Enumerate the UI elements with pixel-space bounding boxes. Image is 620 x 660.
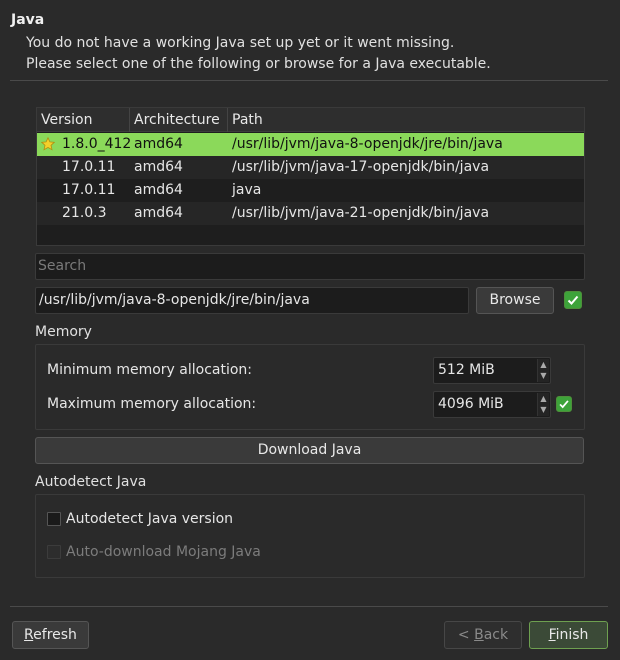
- browse-button[interactable]: Browse: [476, 287, 554, 314]
- back-prefix: <: [457, 627, 475, 643]
- version-cell: 17.0.11: [62, 159, 116, 175]
- path-cell: /usr/lib/jvm/java-21-openjdk/bin/java: [232, 205, 490, 221]
- column-header-version[interactable]: Version: [37, 108, 130, 132]
- auto-download-checkbox: [47, 545, 61, 559]
- version-cell: 1.8.0_412: [62, 136, 132, 152]
- checkmark-icon: [567, 295, 579, 305]
- min-memory-spinbox[interactable]: 512 MiB ▲ ▼: [433, 357, 551, 384]
- max-memory-label: Maximum memory allocation:: [47, 396, 257, 412]
- architecture-cell: amd64: [134, 182, 183, 198]
- table-row[interactable]: 1.8.0_412 amd64 /usr/lib/jvm/java-8-open…: [37, 133, 584, 156]
- back-accel: B: [474, 627, 484, 643]
- java-list-table[interactable]: Version Architecture Path 1.8.0_412 amd6…: [36, 107, 585, 246]
- chevron-down-icon[interactable]: ▼: [538, 370, 549, 381]
- autodetect-group-label: Autodetect Java: [35, 474, 147, 490]
- max-memory-stepper[interactable]: ▲ ▼: [537, 393, 549, 416]
- download-java-button[interactable]: Download Java: [35, 437, 584, 464]
- page-subtitle-line2: Please select one of the following or br…: [26, 56, 491, 72]
- finish-button[interactable]: Finish: [529, 621, 608, 649]
- header-divider: [10, 80, 608, 81]
- version-cell: 21.0.3: [62, 205, 107, 221]
- footer-divider: [10, 606, 608, 607]
- min-memory-value: 512 MiB: [438, 362, 495, 378]
- path-cell: java: [232, 182, 262, 198]
- max-memory-spinbox[interactable]: 4096 MiB ▲ ▼: [433, 391, 551, 418]
- table-header: Version Architecture Path: [37, 108, 584, 132]
- autodetect-version-checkbox[interactable]: [47, 512, 61, 526]
- max-memory-valid-checkbox[interactable]: [556, 396, 572, 412]
- version-cell: 17.0.11: [62, 182, 116, 198]
- finish-label: inish: [555, 627, 589, 643]
- auto-download-label: Auto-download Mojang Java: [66, 544, 261, 560]
- column-header-architecture[interactable]: Architecture: [130, 108, 228, 132]
- chevron-up-icon[interactable]: ▲: [538, 393, 549, 404]
- java-path-valid-checkbox[interactable]: [564, 291, 582, 309]
- table-row[interactable]: 17.0.11 amd64 /usr/lib/jvm/java-17-openj…: [37, 156, 584, 179]
- checkmark-icon: [559, 400, 569, 409]
- refresh-label: efresh: [33, 627, 77, 643]
- chevron-up-icon[interactable]: ▲: [538, 359, 549, 370]
- column-header-path[interactable]: Path: [228, 108, 586, 132]
- path-cell: /usr/lib/jvm/java-8-openjdk/jre/bin/java: [232, 136, 503, 152]
- autodetect-group: [35, 494, 585, 578]
- java-path-input[interactable]: /usr/lib/jvm/java-8-openjdk/jre/bin/java: [35, 287, 469, 314]
- search-input[interactable]: Search: [35, 253, 585, 280]
- architecture-cell: amd64: [134, 205, 183, 221]
- page-subtitle-line1: You do not have a working Java set up ye…: [26, 35, 455, 51]
- chevron-down-icon[interactable]: ▼: [538, 404, 549, 415]
- refresh-button[interactable]: Refresh: [12, 621, 89, 649]
- star-icon: [41, 137, 55, 151]
- table-row[interactable]: 17.0.11 amd64 java: [37, 179, 584, 202]
- autodetect-version-label[interactable]: Autodetect Java version: [66, 511, 233, 527]
- path-cell: /usr/lib/jvm/java-17-openjdk/bin/java: [232, 159, 490, 175]
- page-title: Java: [11, 12, 45, 28]
- back-label: ack: [483, 627, 509, 643]
- architecture-cell: amd64: [134, 136, 183, 152]
- table-row[interactable]: 21.0.3 amd64 /usr/lib/jvm/java-21-openjd…: [37, 202, 584, 225]
- min-memory-stepper[interactable]: ▲ ▼: [537, 359, 549, 382]
- min-memory-label: Minimum memory allocation:: [47, 362, 253, 378]
- max-memory-value: 4096 MiB: [438, 396, 504, 412]
- finish-accel: F: [548, 627, 556, 643]
- architecture-cell: amd64: [134, 159, 183, 175]
- back-button: < Back: [444, 621, 522, 649]
- memory-group-label: Memory: [35, 324, 92, 340]
- refresh-accel: R: [24, 627, 34, 643]
